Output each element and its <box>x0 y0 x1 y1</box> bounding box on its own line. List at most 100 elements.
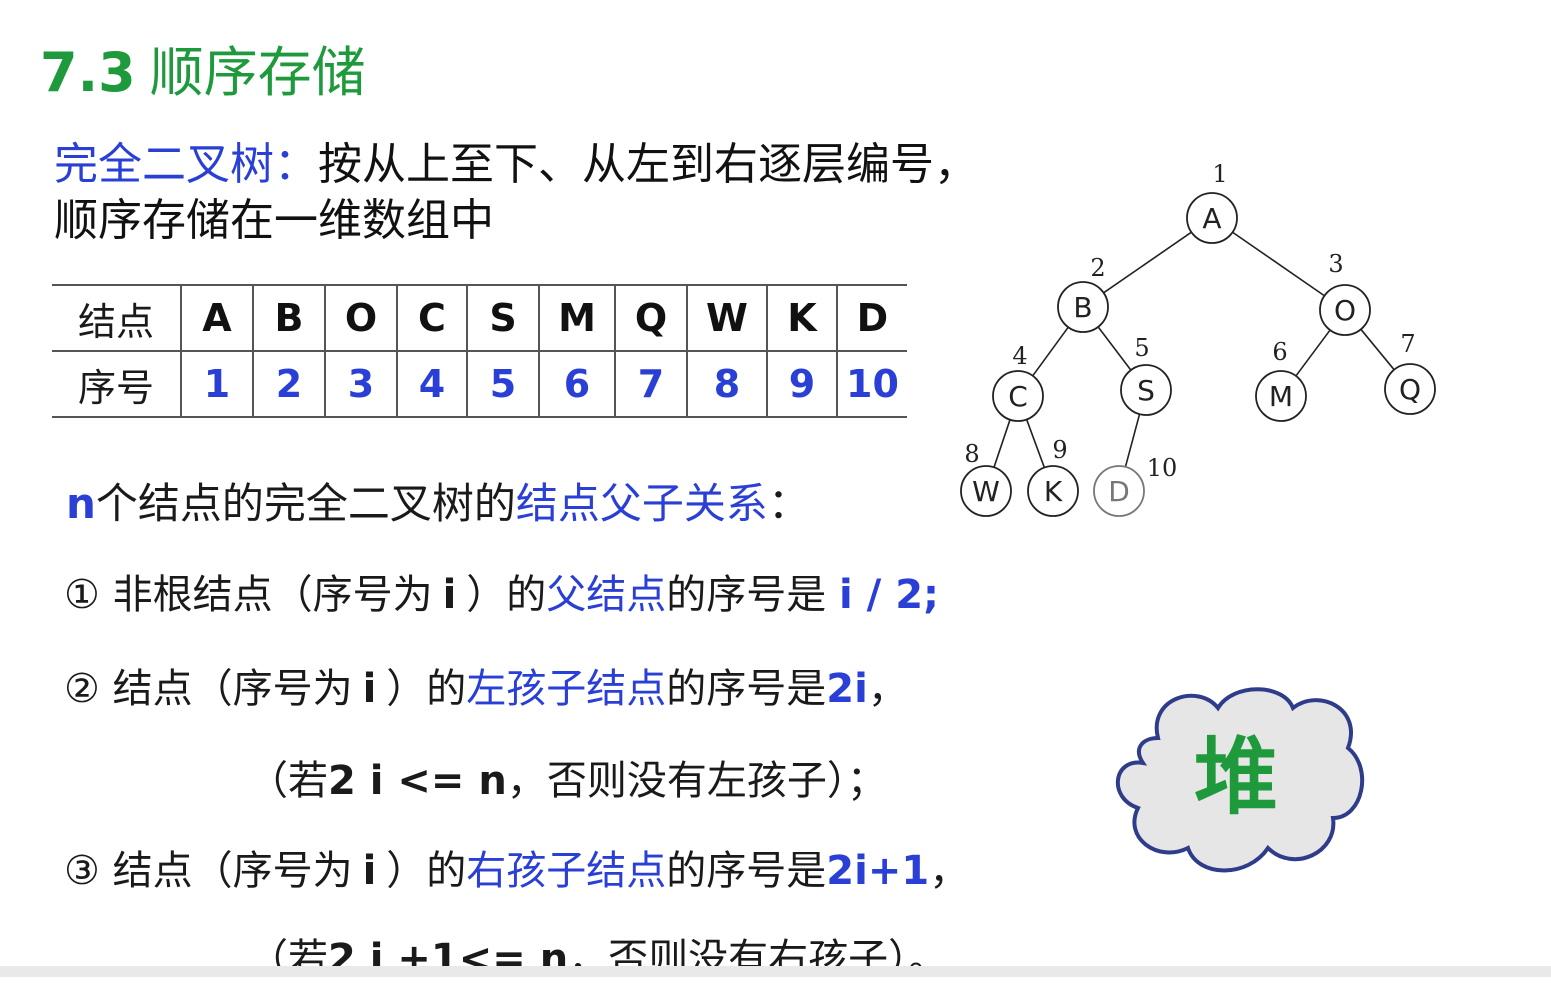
table-cell-number: 3 <box>325 351 398 418</box>
table-cell-node: C <box>397 284 468 352</box>
table-cell-node: S <box>467 284 540 352</box>
rule-text: ）的 <box>466 572 547 618</box>
rule-text: 的序号是 <box>666 848 827 894</box>
rule-var: i <box>362 848 377 894</box>
relation-highlight: 结点父子关系 <box>515 479 768 528</box>
tree-node-index: 5 <box>1134 334 1149 362</box>
table-cell-node: W <box>687 284 768 352</box>
rule-formula: i / 2; <box>839 572 940 618</box>
relation-mid: 个结点的完全二叉树的 <box>95 479 516 528</box>
heap-cloud: 堆 <box>1115 687 1365 873</box>
bottom-bar <box>0 966 1551 977</box>
tree-edge <box>993 419 1011 468</box>
tree-node-label: O <box>1334 294 1356 327</box>
tree-edge <box>1232 231 1325 297</box>
rule-text: 的序号是 <box>666 572 827 618</box>
rule-left-child: ② 结点（序号为 i ）的左孩子结点的序号是2i， <box>64 656 908 714</box>
tree-node-label: M <box>1269 380 1293 413</box>
relation-heading: n个结点的完全二叉树的结点父子关系： <box>66 470 810 531</box>
table-cell-node: B <box>253 284 326 352</box>
rule-marker: ② <box>64 666 100 712</box>
rule-right-child: ③ 结点（序号为 i ）的右孩子结点的序号是2i+1， <box>64 838 969 896</box>
relation-n: n <box>66 479 96 528</box>
rule-parent: ① 非根结点（序号为 i ）的父结点的序号是 i / 2; <box>64 562 939 620</box>
rule-text: 结点（序号为 <box>112 666 353 712</box>
table-cell-number: 7 <box>615 351 688 418</box>
note-rest: ，否则没有左孩子）； <box>506 758 887 804</box>
complete-binary-tree: A 1 B 2 O 3 C 4 S 5 M 6 Q 7 W 8 K 9 D 10 <box>960 160 1436 517</box>
tree-node-index: 2 <box>1090 254 1105 282</box>
table-cell-node: A <box>181 284 254 352</box>
rule-text: 的序号是 <box>666 666 827 712</box>
tree-node-index: 7 <box>1400 330 1415 358</box>
tree-edge <box>1103 231 1192 294</box>
note-condition: 2 i <= n <box>328 758 507 804</box>
rule-marker: ③ <box>64 848 100 894</box>
rule-formula: 2i+1 <box>826 848 930 894</box>
rule-highlight: 右孩子结点 <box>466 848 667 894</box>
table-cell-number: 1 <box>181 351 254 418</box>
tree-node-index: 4 <box>1012 342 1027 370</box>
note-open: （若 <box>248 758 328 804</box>
tree-node-label: A <box>1202 202 1221 235</box>
tree-edge <box>1097 326 1132 371</box>
table-cell-number: 8 <box>687 351 768 418</box>
table-row-numbers: 序号 1 2 3 4 5 6 7 8 9 10 <box>52 351 907 418</box>
tree-edge <box>1032 326 1069 377</box>
tree-node-label: S <box>1137 374 1155 407</box>
intro-line-1: 完全二叉树：按从上至下、从左到右逐层编号， <box>54 128 978 192</box>
tree-node-index: 9 <box>1052 436 1067 464</box>
table-cell-number: 5 <box>467 351 540 418</box>
tree-node-label: Q <box>1399 373 1421 406</box>
rule-end: ， <box>929 848 970 894</box>
table-row-nodes: 结点 A B O C S M Q W K D <box>52 284 907 352</box>
table-cell-node: D <box>837 284 907 352</box>
tree-edge <box>1360 328 1395 371</box>
table-cell-node: Q <box>615 284 688 352</box>
rule-marker: ① <box>64 572 100 618</box>
rule-text: 结点（序号为 <box>112 848 353 894</box>
table-cell-number: 6 <box>539 351 616 418</box>
rule-left-child-note: （若2 i <= n，否则没有左孩子）； <box>248 748 887 806</box>
section-number: 7.3 <box>40 41 136 104</box>
tree-node-index: 8 <box>964 440 979 468</box>
rule-formula: 2i <box>826 666 868 712</box>
table-cell-number: 10 <box>837 351 907 418</box>
section-title: 顺序存储 <box>149 41 366 104</box>
cloud-label: 堆 <box>1194 728 1278 826</box>
slide-title: 7.3 顺序存储 <box>40 28 366 107</box>
tree-node-index: 6 <box>1272 338 1287 366</box>
table-cell-number: 2 <box>253 351 326 418</box>
intro-definition: 按从上至下、从左到右逐层编号， <box>318 139 978 190</box>
table-cell-node: K <box>767 284 838 352</box>
rule-highlight: 父结点 <box>546 572 667 618</box>
rule-text: 非根结点（序号为 <box>112 572 433 618</box>
intro-term: 完全二叉树： <box>54 139 318 190</box>
relation-colon: ： <box>767 479 810 528</box>
tree-node-label: C <box>1008 380 1028 413</box>
table-cell-number: 9 <box>767 351 838 418</box>
tree-node-index: 1 <box>1212 160 1227 188</box>
tree-edge <box>1295 329 1331 377</box>
table-header-number: 序号 <box>52 351 182 418</box>
table-cell-node: O <box>325 284 398 352</box>
rule-highlight: 左孩子结点 <box>466 666 667 712</box>
tree-node-index: 3 <box>1328 250 1343 278</box>
rule-text: ）的 <box>386 666 467 712</box>
tree-node-label: W <box>972 475 1000 508</box>
intro-line-2: 顺序存储在一维数组中 <box>54 195 494 246</box>
table-header-node: 结点 <box>52 284 182 352</box>
sequence-table: 结点 A B O C S M Q W K D 序号 1 2 3 4 5 6 7 … <box>52 284 907 418</box>
tree-node-index: 10 <box>1147 454 1178 482</box>
table-cell-node: M <box>539 284 616 352</box>
rule-var: i <box>362 666 377 712</box>
tree-node-label: D <box>1108 475 1130 508</box>
rule-end: ， <box>867 666 908 712</box>
table-cell-number: 4 <box>397 351 468 418</box>
tree-node-label: B <box>1073 291 1092 324</box>
rule-var: i <box>442 572 457 618</box>
tree-node-label: K <box>1044 475 1063 508</box>
tree-edge <box>1124 413 1141 468</box>
tree-edge <box>1025 419 1046 468</box>
rule-text: ）的 <box>386 848 467 894</box>
